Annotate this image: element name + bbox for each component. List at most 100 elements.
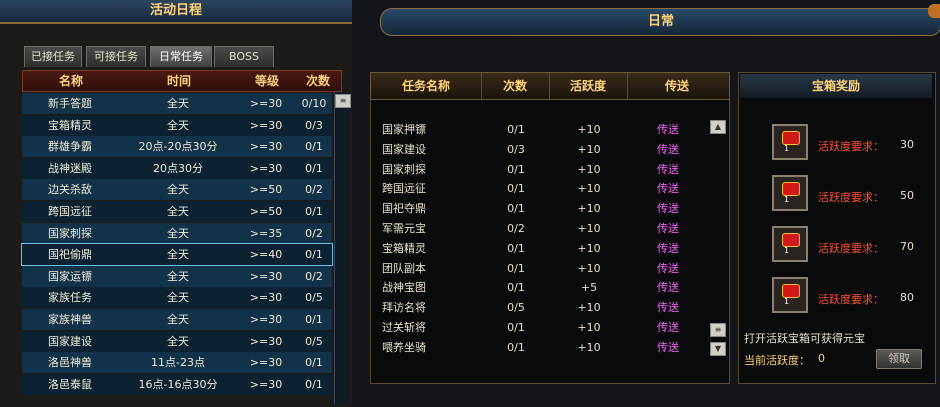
teleport-link[interactable]: 传送 bbox=[628, 278, 708, 298]
col-time-header: 时间 bbox=[166, 74, 191, 88]
task-cell-activity: +10 bbox=[577, 340, 601, 354]
task-cell-count: 0/1 bbox=[507, 123, 525, 136]
schedule-row[interactable]: 家族任务 全天 >=30 0/5 bbox=[22, 287, 332, 309]
task-cell-name: 拜访名将 bbox=[382, 301, 426, 315]
teleport-link[interactable]: 传送 bbox=[628, 160, 708, 180]
teleport-link[interactable]: 传送 bbox=[628, 239, 708, 259]
task-cell-count: 0/1 bbox=[507, 202, 525, 216]
schedule-row[interactable]: 宝箱精灵 全天 >=30 0/3 bbox=[22, 114, 332, 136]
schedule-cell-level: >=30 bbox=[249, 334, 283, 348]
schedule-row[interactable]: 边关杀敌 全天 >=50 0/2 bbox=[22, 179, 332, 201]
schedule-cell-level: >=30 bbox=[249, 118, 283, 132]
teleport-link[interactable]: 传送 bbox=[628, 318, 708, 338]
schedule-cell-name: 国祀偷鼎 bbox=[48, 248, 92, 262]
chest-quantity: 1 bbox=[784, 195, 790, 204]
schedule-cell-time: 16点-16点30分 bbox=[138, 377, 218, 391]
task-teleport-header: 传送 bbox=[664, 79, 689, 93]
task-row: 宝箱精灵 0/1 +10 传送 bbox=[372, 239, 702, 259]
schedule-row[interactable]: 国家运镖 全天 >=30 0/2 bbox=[22, 265, 332, 287]
schedule-cell-level: >=30 bbox=[249, 356, 283, 370]
tab-daily-tasks[interactable]: 日常任务 bbox=[150, 46, 212, 67]
schedule-cell-count: 0/2 bbox=[305, 183, 323, 197]
treasure-chest-icon[interactable]: 1 bbox=[772, 277, 808, 313]
schedule-cell-count: 0/3 bbox=[305, 118, 323, 132]
activity-requirement-label: 活跃度要求： bbox=[818, 293, 884, 306]
schedule-cell-count: 0/5 bbox=[305, 334, 323, 348]
teleport-link[interactable]: 传送 bbox=[628, 179, 708, 199]
schedule-cell-name: 国家建设 bbox=[48, 334, 92, 348]
schedule-row[interactable]: 群雄争霸 20点-20点30分 >=30 0/1 bbox=[22, 136, 332, 158]
schedule-cell-name: 战神迷殿 bbox=[48, 161, 92, 175]
tab-boss[interactable]: BOSS bbox=[214, 46, 274, 67]
task-cell-name: 国家押镖 bbox=[382, 123, 426, 136]
task-cell-name: 国家刺探 bbox=[382, 162, 426, 176]
close-icon[interactable] bbox=[928, 4, 940, 18]
chest-quantity: 1 bbox=[784, 297, 790, 306]
teleport-link[interactable]: 传送 bbox=[628, 140, 708, 160]
task-name-header: 任务名称 bbox=[371, 73, 482, 99]
task-cell-activity: +10 bbox=[577, 202, 601, 216]
schedule-cell-time: 全天 bbox=[167, 183, 189, 197]
chest-hint: 打开活跃宝箱可获得元宝 bbox=[744, 332, 865, 345]
task-row: 国家建设 0/3 +10 传送 bbox=[372, 140, 702, 160]
task-activity-header: 活跃度 bbox=[549, 73, 628, 99]
schedule-cell-name: 群雄争霸 bbox=[48, 140, 92, 154]
schedule-cell-time: 全天 bbox=[167, 248, 189, 262]
schedule-cell-count: 0/1 bbox=[305, 140, 323, 154]
teleport-link[interactable]: 传送 bbox=[628, 219, 708, 239]
task-cell-count: 0/1 bbox=[507, 241, 525, 255]
schedule-row[interactable]: 新手答题 全天 >=30 0/10 bbox=[22, 93, 332, 114]
task-cell-activity: +10 bbox=[577, 142, 601, 156]
task-row: 团队副本 0/1 +10 传送 bbox=[372, 259, 702, 279]
schedule-row[interactable]: 国祀偷鼎 全天 >=40 0/1 bbox=[21, 243, 333, 267]
schedule-row[interactable]: 国家建设 全天 >=30 0/5 bbox=[22, 330, 332, 352]
treasure-chest-icon[interactable]: 1 bbox=[772, 175, 808, 211]
schedule-cell-count: 0/10 bbox=[301, 97, 327, 110]
schedule-cell-time: 全天 bbox=[167, 205, 189, 218]
schedule-cell-name: 家族神兽 bbox=[48, 313, 92, 326]
schedule-cell-level: >=30 bbox=[249, 140, 283, 154]
schedule-row[interactable]: 国家刺探 全天 >=35 0/2 bbox=[22, 222, 332, 244]
schedule-scrollbar[interactable]: ≡ bbox=[334, 92, 351, 404]
scroll-handle-icon[interactable]: ≡ bbox=[710, 323, 726, 337]
schedule-cell-time: 20点30分 bbox=[153, 161, 203, 175]
activity-requirement-value: 30 bbox=[900, 138, 914, 151]
schedule-cell-level: >=30 bbox=[249, 291, 283, 305]
scroll-handle-icon[interactable]: ≡ bbox=[335, 94, 351, 108]
schedule-row[interactable]: 洛邑神兽 11点-23点 >=30 0/1 bbox=[22, 352, 332, 374]
task-row: 过关斩将 0/1 +10 传送 bbox=[372, 318, 702, 338]
claim-button[interactable]: 领取 bbox=[876, 349, 922, 369]
treasure-chest-icon[interactable]: 1 bbox=[772, 124, 808, 160]
schedule-row[interactable]: 家族神兽 全天 >=30 0/1 bbox=[22, 309, 332, 330]
schedule-cell-name: 家族任务 bbox=[48, 291, 92, 305]
teleport-link[interactable]: 传送 bbox=[628, 199, 708, 219]
tab-available-tasks[interactable]: 可接任务 bbox=[86, 46, 146, 67]
schedule-cell-level: >=40 bbox=[249, 248, 283, 262]
scroll-down-icon[interactable]: ▼ bbox=[710, 342, 726, 356]
task-row: 军需元宝 0/2 +10 传送 bbox=[372, 219, 702, 239]
schedule-row[interactable]: 洛邑泰鼠 16点-16点30分 >=30 0/1 bbox=[22, 373, 332, 395]
task-cell-count: 0/1 bbox=[507, 182, 525, 196]
schedule-cell-count: 0/2 bbox=[305, 269, 323, 283]
task-cell-count: 0/1 bbox=[507, 340, 525, 354]
teleport-link[interactable]: 传送 bbox=[628, 338, 708, 358]
task-cell-count: 0/1 bbox=[507, 281, 525, 295]
schedule-row[interactable]: 跨国远征 全天 >=50 0/1 bbox=[22, 201, 332, 222]
task-row: 战神宝图 0/1 +5 传送 bbox=[372, 278, 702, 298]
activity-requirement-label: 活跃度要求： bbox=[818, 140, 884, 153]
schedule-row[interactable]: 战神迷殿 20点30分 >=30 0/1 bbox=[22, 157, 332, 179]
tab-accepted-tasks[interactable]: 已接任务 bbox=[24, 46, 82, 67]
teleport-link[interactable]: 传送 bbox=[628, 120, 708, 140]
schedule-cell-time: 全天 bbox=[167, 226, 189, 240]
treasure-chest-icon[interactable]: 1 bbox=[772, 226, 808, 262]
chest-gem-icon bbox=[782, 233, 800, 247]
schedule-cell-time: 全天 bbox=[167, 334, 189, 348]
scroll-up-icon[interactable]: ▲ bbox=[710, 120, 726, 134]
teleport-link[interactable]: 传送 bbox=[628, 259, 708, 279]
schedule-cell-count: 0/1 bbox=[305, 377, 323, 391]
task-cell-count: 0/1 bbox=[507, 261, 525, 275]
teleport-link[interactable]: 传送 bbox=[628, 298, 708, 318]
task-row: 跨国远征 0/1 +10 传送 bbox=[372, 179, 702, 199]
schedule-cell-count: 0/5 bbox=[305, 291, 323, 305]
chest-gem-icon bbox=[782, 131, 800, 145]
